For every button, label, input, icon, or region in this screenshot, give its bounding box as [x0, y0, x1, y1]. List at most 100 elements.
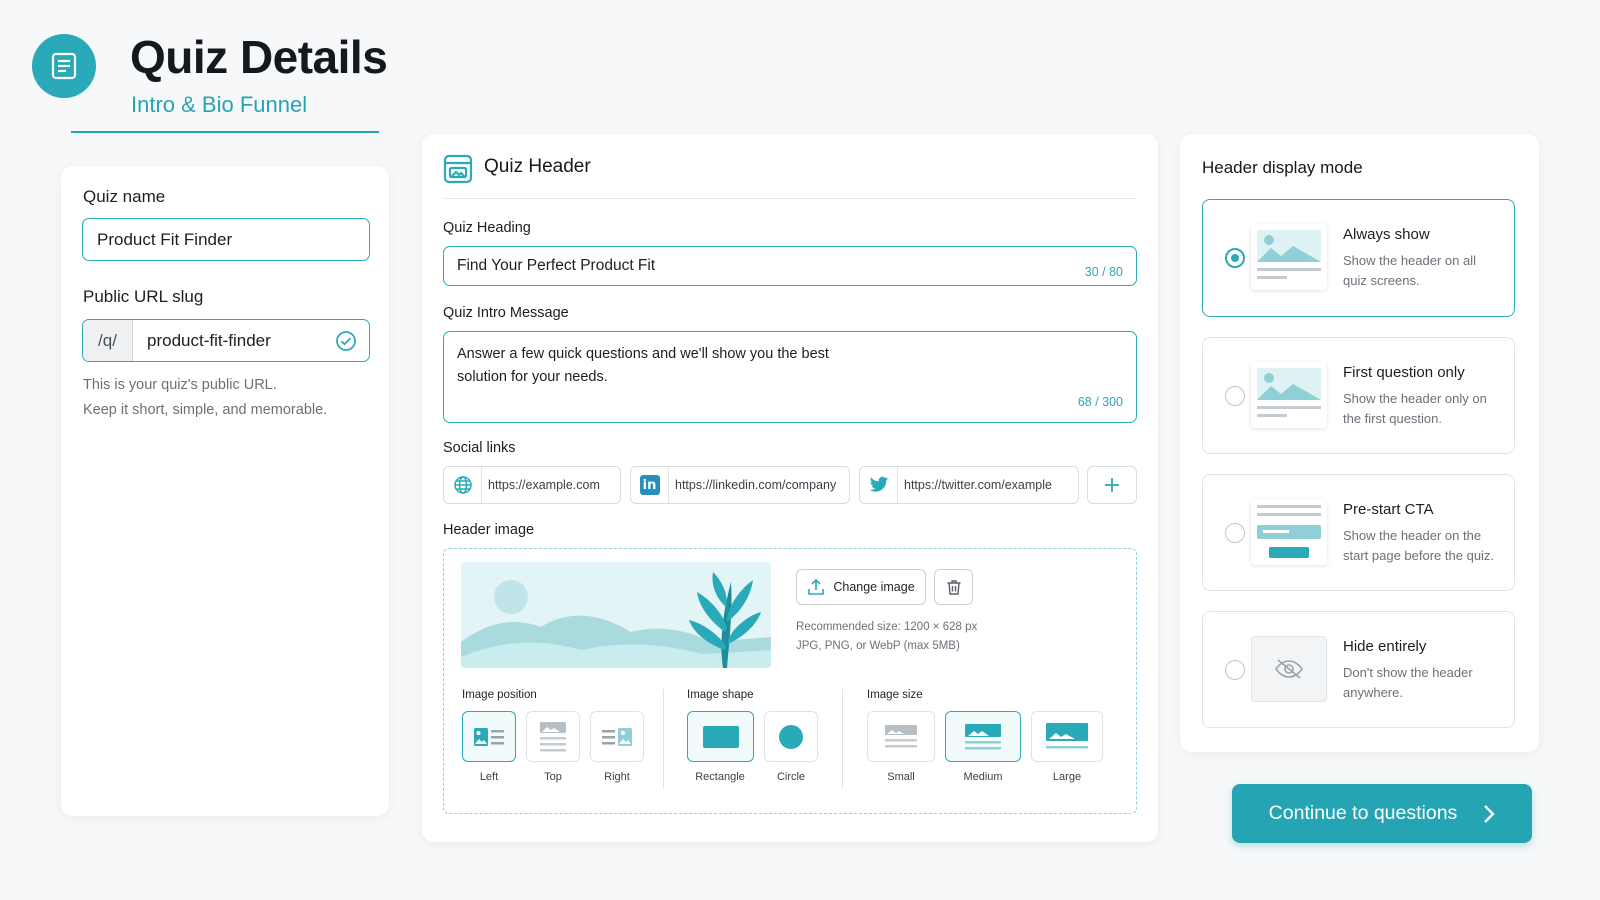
change-image-button[interactable]: Change image [796, 569, 926, 605]
mode-desc-line1: Show the header on the [1343, 528, 1482, 543]
size-large-option[interactable] [1031, 711, 1103, 762]
slug-helper-line2: Keep it short, simple, and memorable. [83, 402, 328, 418]
linkedin-placeholder: https://linkedin.com/company [675, 478, 837, 492]
intro-message-line2: solution for your needs. [457, 369, 608, 385]
mode-pre-start-cta[interactable]: Pre-start CTA Show the header on the sta… [1202, 474, 1515, 591]
website-placeholder: https://example.com [488, 478, 600, 492]
quiz-name-input[interactable]: Product Fit Finder [82, 218, 370, 261]
recommended-size-text: Recommended size: 1200 × 628 px [796, 621, 978, 633]
quiz-header-title: Quiz Header [484, 156, 591, 177]
intro-char-counter: 68 / 300 [1077, 395, 1123, 409]
chevron-right-icon [1484, 804, 1496, 823]
size-medium-label: Medium [963, 771, 1003, 783]
delete-image-button[interactable] [934, 569, 973, 605]
radio-first-question[interactable] [1225, 386, 1245, 406]
header-image-preview [461, 562, 771, 668]
image-size-label: Image size [867, 689, 923, 701]
image-top-layout-icon [540, 721, 566, 751]
image-left-layout-icon [474, 727, 504, 746]
quiz-name-label: Quiz name [83, 187, 166, 206]
display-mode-card: Header display mode Always show Show the… [1180, 134, 1539, 752]
size-medium-option[interactable] [945, 711, 1021, 762]
display-mode-title: Header display mode [1202, 158, 1363, 177]
size-small-option[interactable] [867, 711, 935, 762]
position-top-label: Top [544, 771, 562, 783]
mode-title: Pre-start CTA [1343, 501, 1434, 518]
quiz-heading-label: Quiz Heading [443, 220, 531, 236]
radio-always-show[interactable] [1225, 248, 1245, 268]
medium-size-icon [965, 723, 1001, 749]
title-underline [71, 131, 379, 133]
slug-prefix: /q/ [83, 320, 133, 361]
globe-icon [444, 467, 482, 503]
quiz-heading-input[interactable]: Find Your Perfect Product Fit 30 / 80 [443, 246, 1137, 286]
mode-desc-line2: the first question. [1343, 411, 1442, 426]
mode-desc-line1: Show the header only on [1343, 391, 1487, 406]
add-social-link-button[interactable] [1087, 466, 1137, 504]
size-large-label: Large [1052, 771, 1082, 783]
shape-rectangle-option[interactable] [687, 711, 754, 762]
image-position-label: Image position [462, 689, 537, 701]
mode-first-question[interactable]: First question only Show the header only… [1202, 337, 1515, 454]
intro-message-line1: Answer a few quick questions and we'll s… [457, 346, 829, 362]
plus-icon [1105, 478, 1119, 492]
check-circle-icon [335, 330, 369, 352]
social-links-label: Social links [443, 440, 516, 456]
slug-input[interactable]: /q/ product-fit-finder [82, 319, 370, 362]
mode-title: Hide entirely [1343, 638, 1427, 655]
group-divider [842, 689, 843, 789]
quiz-document-icon [32, 34, 96, 98]
mode-always-show[interactable]: Always show Show the header on all quiz … [1202, 199, 1515, 317]
slug-value: product-fit-finder [147, 330, 271, 350]
position-right-option[interactable] [590, 711, 644, 762]
continue-label: Continue to questions [1268, 802, 1458, 824]
header-preview-thumbnail [1251, 224, 1327, 290]
position-left-label: Left [479, 771, 499, 783]
social-link-linkedin[interactable]: in https://linkedin.com/company [630, 466, 850, 504]
twitter-placeholder: https://twitter.com/example [904, 478, 1052, 492]
heading-char-counter: 30 / 80 [1084, 265, 1123, 279]
image-right-layout-icon [602, 727, 632, 746]
header-image-dropzone[interactable]: Change image Recommended size: 1200 × 62… [443, 548, 1137, 814]
social-link-twitter[interactable]: https://twitter.com/example [859, 466, 1079, 504]
shape-circle-option[interactable] [764, 711, 818, 762]
divider [443, 198, 1137, 199]
rectangle-shape-icon [702, 725, 739, 748]
shape-rectangle-label: Rectangle [695, 771, 745, 783]
position-right-label: Right [604, 771, 630, 783]
position-top-option[interactable] [526, 711, 580, 762]
mode-desc-line2: quiz screens. [1343, 273, 1420, 288]
continue-button[interactable]: Continue to questions [1232, 784, 1532, 843]
mode-hide-entirely[interactable]: Hide entirely Don't show the header anyw… [1202, 611, 1515, 728]
circle-shape-icon [779, 724, 803, 749]
large-size-icon [1046, 722, 1088, 748]
change-image-label: Change image [833, 580, 915, 594]
slug-helper-line1: This is your quiz's public URL. [83, 377, 277, 393]
trash-icon [947, 579, 960, 595]
image-shape-label: Image shape [687, 689, 754, 701]
social-link-website[interactable]: https://example.com [443, 466, 621, 504]
quiz-header-card: Quiz Header Quiz Heading Find Your Perfe… [422, 134, 1158, 842]
mode-desc-line1: Show the header on all [1343, 253, 1476, 268]
upload-icon [808, 578, 825, 595]
intro-message-label: Quiz Intro Message [443, 305, 569, 321]
mode-title: Always show [1343, 226, 1430, 243]
linkedin-icon: in [631, 467, 669, 503]
mode-desc-line2: start page before the quiz. [1343, 548, 1495, 563]
quiz-name-value: Product Fit Finder [97, 229, 233, 249]
twitter-icon [860, 467, 898, 503]
page-title: Quiz Details [130, 31, 388, 83]
intro-message-textarea[interactable]: Answer a few quick questions and we'll s… [443, 331, 1137, 423]
group-divider [663, 689, 664, 789]
position-left-option[interactable] [462, 711, 516, 762]
mode-desc-line2: anywhere. [1343, 685, 1403, 700]
radio-pre-start-cta[interactable] [1225, 523, 1245, 543]
accepted-formats-text: JPG, PNG, or WebP (max 5MB) [796, 640, 960, 652]
header-preview-thumbnail [1251, 362, 1327, 428]
quiz-heading-value: Find Your Perfect Product Fit [457, 257, 656, 274]
mode-desc-line1: Don't show the header [1343, 665, 1473, 680]
radio-hide-entirely[interactable] [1225, 660, 1245, 680]
page-subtitle: Intro & Bio Funnel [131, 92, 308, 117]
eye-off-icon [1251, 636, 1327, 702]
quiz-settings-card: Quiz name Product Fit Finder Public URL … [61, 166, 389, 816]
